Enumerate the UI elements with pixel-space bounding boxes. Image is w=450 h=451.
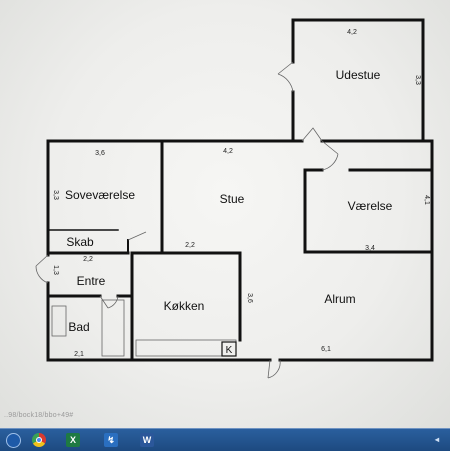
room-label-stue: Stue [220,192,245,206]
dimension-udestue-depth: 3,3 [414,75,421,85]
room-label-vaerelse: Værelse [348,199,393,213]
word-icon[interactable]: W [140,433,154,447]
room-label-bad: Bad [68,320,89,334]
door-swing [277,61,294,93]
dimension-stue-depth: 2,2 [185,242,195,249]
bath-fixture [51,305,67,337]
chrome-icon[interactable] [32,433,46,447]
kitchen-marker: K [226,345,233,356]
room-label-udestue: Udestue [336,68,381,82]
kitchen-counter [135,339,237,357]
app-icon[interactable]: ↯ [104,433,118,447]
dimension-udestue-width: 4,2 [347,29,357,36]
monitor-screen: Udestue Soveværelse Stue Værelse Skab En… [0,0,450,430]
door-swing [35,254,49,284]
windows-start-icon[interactable] [6,433,21,448]
door-swing [321,140,339,171]
room-label-sovevaerelse: Soveværelse [65,188,135,202]
dimension-stue-width: 4,2 [223,148,233,155]
dimension-bad-width: 2,1 [74,351,84,358]
dimension-sovevaerelse-width: 3,6 [95,150,105,157]
room-label-entre: Entre [77,274,106,288]
door-swing [267,359,281,379]
room-label-kokken: Køkken [164,299,205,313]
dimension-skab-width: 2,2 [83,256,93,263]
door-swing [301,127,323,142]
door-swing [99,295,119,309]
dimension-vaerelse-depth: 4,1 [423,195,430,205]
taskbar: X ↯ W ◂ [0,428,450,451]
dimension-alrum-width: 6,1 [321,346,331,353]
bath-fixture [101,299,125,357]
dimension-vaerelse-width: 3,4 [365,245,375,252]
dimension-kokken-depth: 3,6 [246,293,253,303]
room-label-alrum: Alrum [324,292,355,306]
floor-plan: Udestue Soveværelse Stue Værelse Skab En… [35,18,434,379]
dimension-entre-depth: 1,3 [52,265,59,275]
dimension-sovevaerelse-depth: 3,3 [52,190,59,200]
tray-arrow-icon[interactable]: ◂ [430,433,444,447]
door-swing [127,231,147,241]
room-label-skab: Skab [66,235,94,249]
status-text: ..98/bock18/bbo+49# [4,412,74,419]
excel-icon[interactable]: X [66,433,80,447]
